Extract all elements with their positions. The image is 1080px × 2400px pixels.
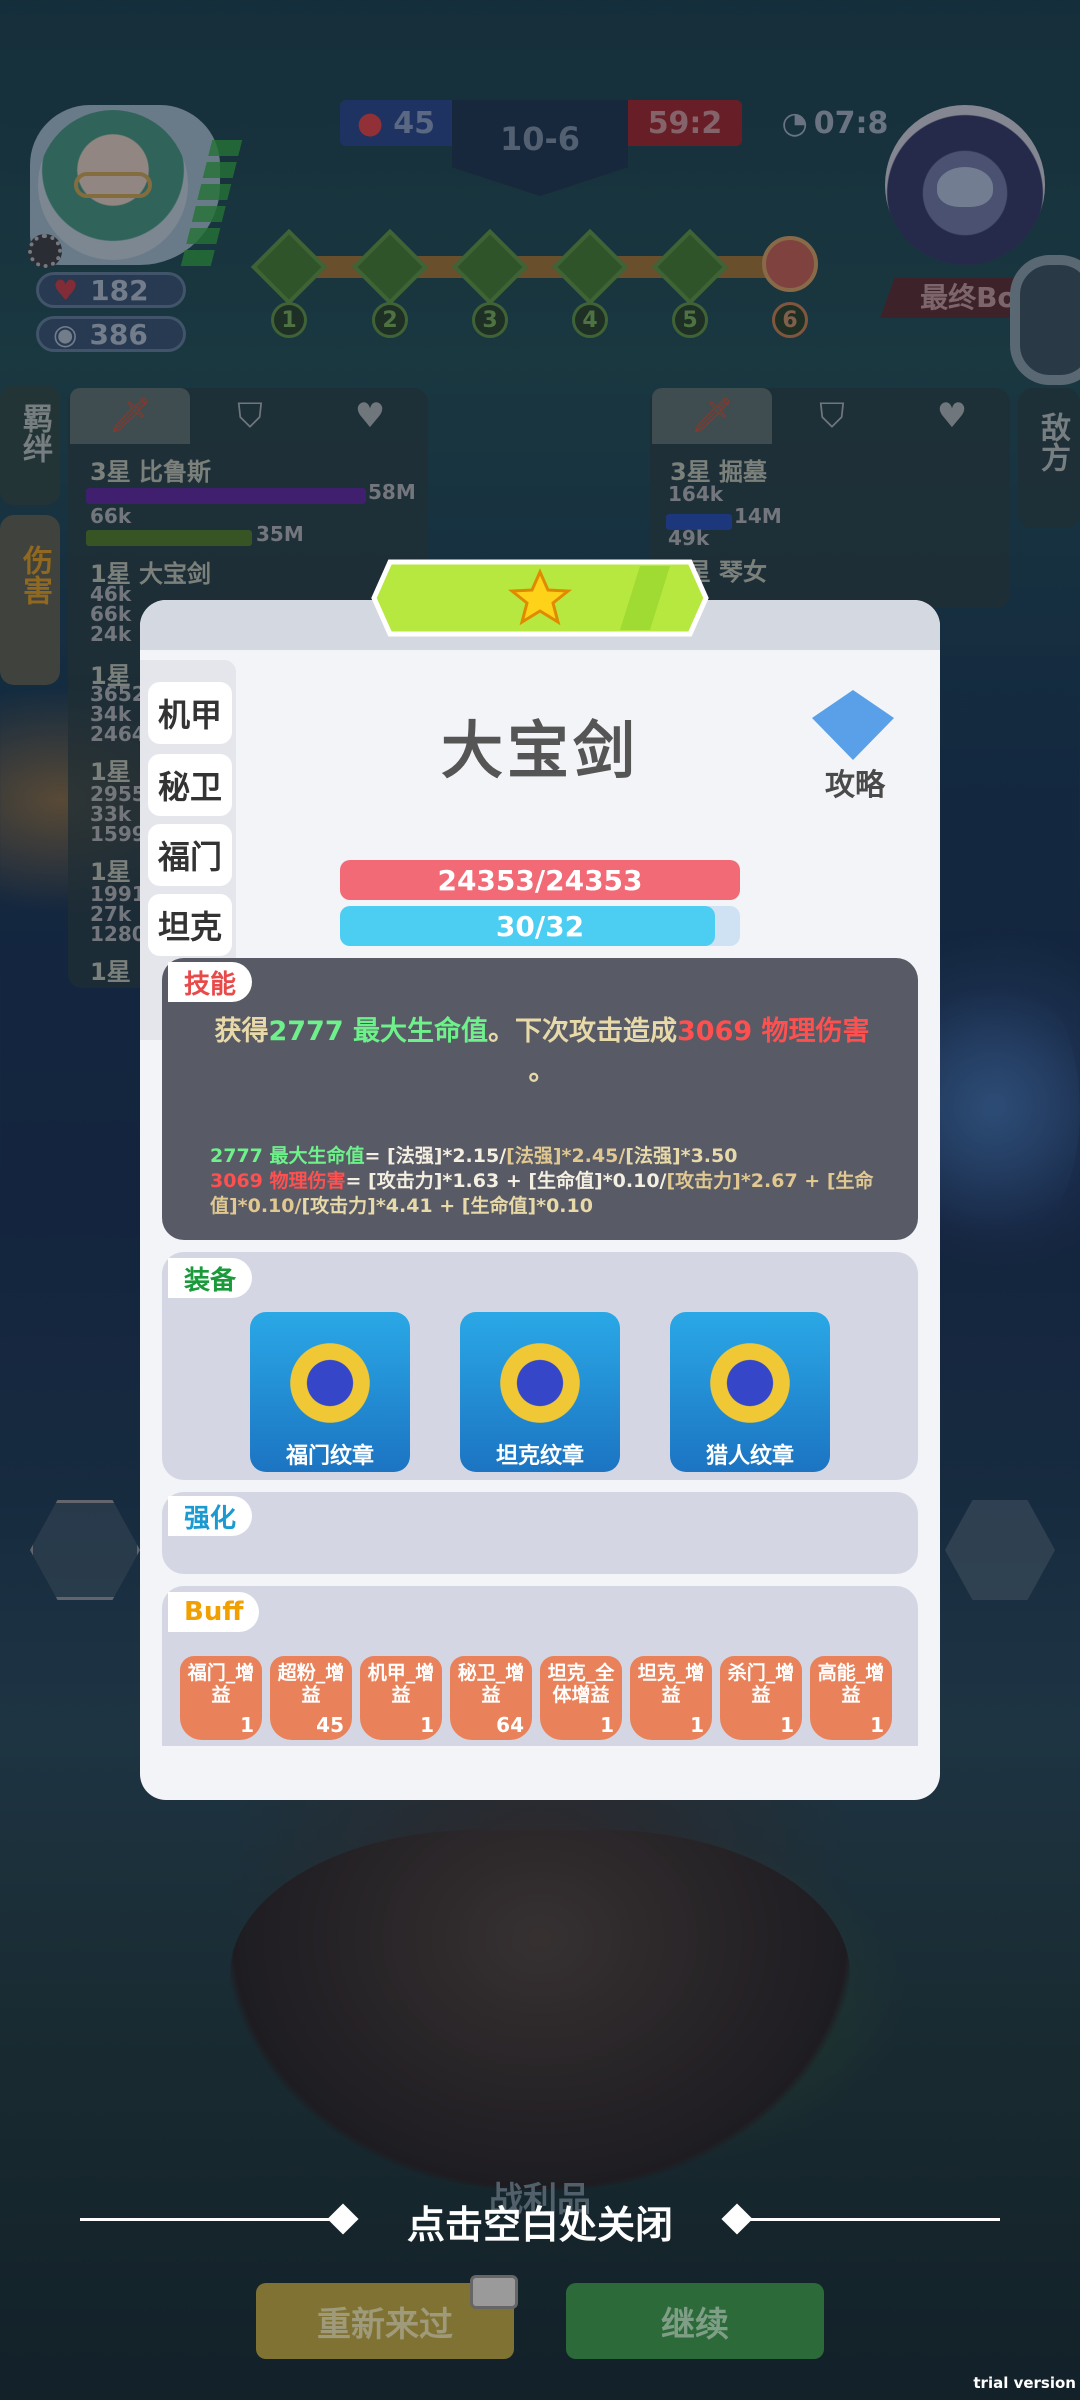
retry-button[interactable]: 重新来过 [256,2275,518,2359]
graduation-cap-icon [812,690,894,760]
mana-bar-text: 30/32 [495,909,585,943]
emblem-icon [698,1328,802,1438]
equip-item-3[interactable]: 猎人纹章 [670,1312,830,1472]
equip-item-2[interactable]: 坦克纹章 [460,1312,620,1472]
equipment-label: 装备 [168,1258,253,1298]
side-tab-guard[interactable]: 秘卫 [148,754,232,816]
trial-watermark: trial version [973,2374,1076,2392]
guide-button[interactable]: 攻略 [800,684,910,803]
skill-section: 技能 获得2777 最大生命值。下次攻击造成3069 物理伤害。 2777 最大… [162,958,918,1240]
buff-item[interactable]: 高能_增益 1 [810,1656,892,1740]
hp-bar: 24353/24353 [340,860,740,900]
buff-item[interactable]: 坦克_增益 1 [630,1656,712,1740]
guide-label: 攻略 [825,768,885,803]
skill-formula: 2777 最大生命值= [法强]*2.15/[法强]*2.45/[法强]*3.5… [210,1145,874,1217]
enhance-label: 强化 [168,1496,253,1536]
buff-item[interactable]: 坦克_全体增益 1 [540,1656,622,1740]
divider-right [730,2218,1000,2221]
buff-item[interactable]: 杀门_增益 1 [720,1656,802,1740]
divider-left [80,2218,350,2221]
side-tab-tank[interactable]: 坦克 [148,894,232,956]
star-banner [371,559,709,637]
enhance-section: 强化 [162,1492,918,1574]
emblem-icon [488,1328,592,1438]
unit-title: 大宝剑 [440,714,639,787]
close-hint[interactable]: 点击空白处关闭 [380,2194,700,2249]
skill-label: 技能 [168,962,253,1002]
skill-description: 获得2777 最大生命值。下次攻击造成3069 物理伤害。 [214,1016,870,1087]
side-tab-mech[interactable]: 机甲 [148,682,232,744]
side-tab-fumen[interactable]: 福门 [148,824,232,886]
buff-item[interactable]: 机甲_增益 1 [360,1656,442,1740]
continue-button[interactable]: 继续 [566,2283,824,2359]
buff-item[interactable]: 秘卫_增益 64 [450,1656,532,1740]
equip-item-1[interactable]: 福门纹章 [250,1312,410,1472]
buff-label: Buff [168,1592,260,1632]
video-icon [470,2275,518,2309]
emblem-icon [278,1328,382,1438]
buff-item[interactable]: 福门_增益 1 [180,1656,262,1740]
buff-item[interactable]: 超粉_增益 45 [270,1656,352,1740]
